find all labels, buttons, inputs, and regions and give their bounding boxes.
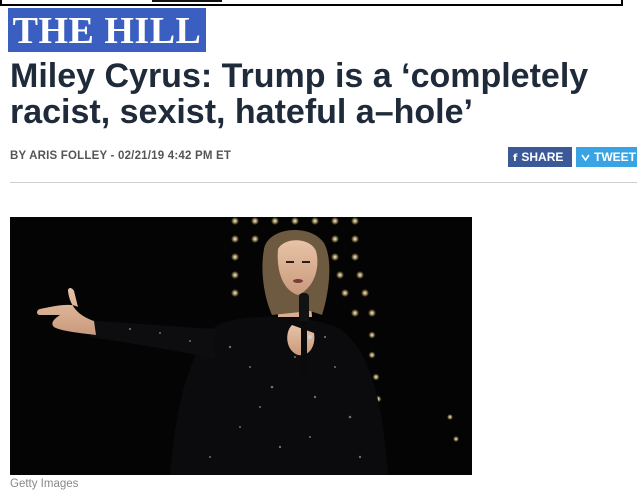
header-divider: [10, 182, 637, 183]
performer-photo-illustration: [10, 217, 472, 475]
site-logo[interactable]: THE HILL: [8, 8, 206, 52]
tweet-label: TWEET: [594, 150, 636, 164]
article-byline: BY ARIS FOLLEY - 02/21/19 4:42 PM ET: [10, 150, 232, 162]
facebook-icon: f: [513, 153, 518, 164]
headline-line-2: racist, sexist, hateful a–hole’: [10, 93, 473, 131]
frame-notch: [152, 0, 222, 2]
twitter-icon: [581, 149, 590, 167]
article-photo[interactable]: [10, 217, 472, 475]
headline-line-1: Miley Cyrus: Trump is a ‘completely: [10, 57, 589, 95]
browser-frame-edge: [0, 0, 623, 6]
article-headline: Miley Cyrus: Trump is a ‘completely raci…: [10, 58, 635, 130]
image-caption: Getty Images: [10, 478, 79, 490]
share-label: SHARE: [521, 150, 564, 164]
tweet-button[interactable]: TWEET: [576, 147, 637, 167]
facebook-share-button[interactable]: f SHARE: [508, 147, 572, 167]
